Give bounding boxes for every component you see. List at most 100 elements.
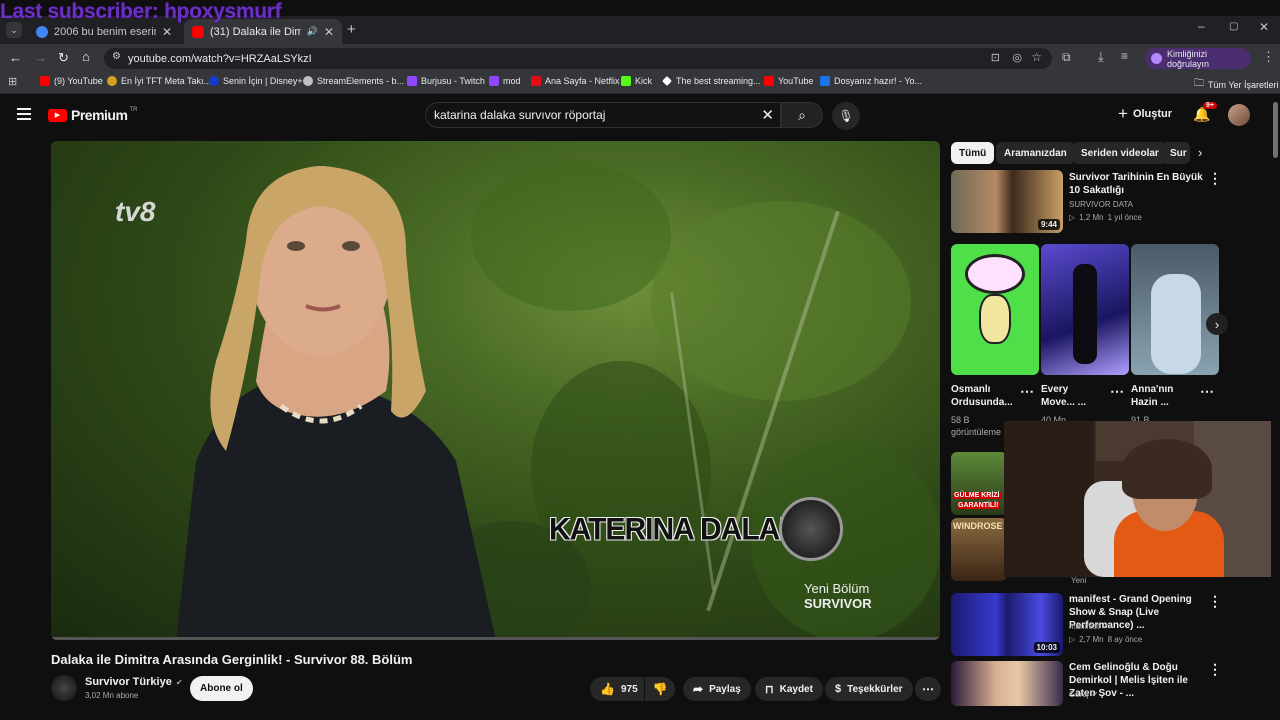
bookmark-label: (9) YouTube <box>54 76 103 86</box>
profile-verify-button[interactable]: Kimliğinizi doğrulayın <box>1145 48 1251 69</box>
bookmark-kick[interactable]: Kick <box>621 76 652 86</box>
search-value: katarina dalaka survıvor röportaj <box>434 108 606 122</box>
bookmark-label: Dosyanız hazır! - Yo... <box>834 76 923 86</box>
new-tab-button[interactable]: + <box>347 21 356 38</box>
more-dots-icon[interactable]: ⋯ <box>1020 383 1034 400</box>
rec-channel-row[interactable]: Garaj ✔ <box>1069 688 1098 701</box>
dislike-button[interactable]: 👎 <box>645 677 675 701</box>
rec-channel-row[interactable]: manifest ✔ <box>1069 620 1109 633</box>
rec-thumbnail[interactable]: 10:03 <box>951 593 1063 656</box>
channel-name-row[interactable]: Survivor Türkiye ✔ <box>85 676 183 688</box>
close-icon[interactable]: ✕ <box>324 25 334 39</box>
site-info-icon[interactable]: ⚙ <box>112 51 121 62</box>
short-thumbnail[interactable] <box>1041 244 1129 375</box>
tab-search-button[interactable]: ⌄ <box>6 22 22 38</box>
rec-channel[interactable]: SURVIVOR DATA <box>1069 198 1133 211</box>
more-dots-icon[interactable]: ⋮ <box>1208 593 1222 610</box>
install-app-icon[interactable]: ⊡ <box>991 51 1000 64</box>
search-input[interactable]: katarina dalaka survıvor röportaj ✕ <box>425 102 781 128</box>
apps-grid-icon[interactable]: ⊞ <box>8 75 17 88</box>
all-bookmarks-folder[interactable]: 🗀 Tüm Yer İşaretleri <box>1194 76 1279 93</box>
chip-survivor[interactable]: Sur <box>1162 142 1190 164</box>
short-title[interactable]: Every Move... ... <box>1041 383 1103 409</box>
download-icon[interactable]: ⤓ <box>1098 49 1104 65</box>
like-button[interactable]: 👍 975 <box>590 677 644 701</box>
voice-search-button[interactable]: 🎙 <box>832 102 860 130</box>
speaker-icon[interactable]: 🔊 <box>307 26 318 37</box>
close-icon[interactable]: ✕ <box>162 25 172 39</box>
extensions-icon[interactable]: ⧉ <box>1062 50 1071 65</box>
profile-avatar-icon <box>1151 53 1162 64</box>
hamburger-menu-icon[interactable] <box>17 108 31 120</box>
thumbs-up-icon: 👍 <box>600 682 615 696</box>
reload-icon[interactable]: ↻ <box>58 50 69 66</box>
tv8-logo: tv8 <box>115 196 156 227</box>
maximize-button[interactable]: ▢ <box>1229 21 1238 32</box>
bookmark-disney[interactable]: Senin İçin | Disney+ <box>209 76 303 86</box>
avatar[interactable] <box>1228 104 1250 126</box>
shorts-next-icon[interactable]: › <box>1206 313 1228 335</box>
rec-thumbnail[interactable]: GÜLME KRİZİ GARANTİLİ! <box>951 452 1007 515</box>
short-thumbnail[interactable] <box>1131 244 1219 375</box>
media-control-icon[interactable]: ≡ <box>1121 49 1128 63</box>
eye-off-icon[interactable]: ◎ <box>1012 51 1022 64</box>
duration-badge: 9:44 <box>1037 219 1060 230</box>
forward-icon[interactable]: → <box>34 50 47 65</box>
chip-series[interactable]: Seriden videolar <box>1073 142 1167 164</box>
bookmark-youtube[interactable]: YouTube <box>764 76 813 86</box>
thanks-button[interactable]: $ Teşekkürler <box>825 677 913 701</box>
google-favicon-icon <box>36 25 48 38</box>
short-thumbnail[interactable] <box>951 244 1039 375</box>
rec-thumbnail[interactable]: 9:44 <box>951 170 1063 233</box>
chip-label: Sur <box>1170 147 1187 159</box>
more-dots-icon[interactable]: ⋯ <box>1200 383 1214 400</box>
rec-title[interactable]: Survivor Tarihinin En Büyük 10 Sakatlığı <box>1069 171 1204 197</box>
create-button[interactable]: + Oluştur <box>1118 104 1172 124</box>
channel-avatar[interactable] <box>51 675 77 701</box>
bookmark-youtube-9[interactable]: (9) YouTube <box>40 76 103 86</box>
short-title[interactable]: Osmanlı Ordusunda... <box>951 383 1013 409</box>
bookmark-tft[interactable]: En İyi TFT Meta Takı... <box>107 76 211 86</box>
more-dots-icon[interactable]: ⋮ <box>1208 661 1222 678</box>
video-player[interactable]: tv8 KATERINA DALAKA Yeni Bölüm SURVIVOR <box>51 141 940 640</box>
more-dots-icon[interactable]: ⋯ <box>1110 383 1124 400</box>
save-button[interactable]: ⊓ Kaydet <box>755 677 823 701</box>
netflix-icon <box>531 76 541 86</box>
bookmark-streaming[interactable]: The best streaming... <box>662 76 761 86</box>
page-scrollbar[interactable] <box>1271 96 1280 706</box>
region-label: TR <box>129 107 138 113</box>
rec-thumbnail[interactable]: WINDROSE <box>951 518 1007 581</box>
bookmark-twitch[interactable]: Burjusu - Twitch <box>407 76 485 86</box>
menu-dots-icon[interactable]: ⋮ <box>1262 49 1275 65</box>
back-icon[interactable]: ← <box>9 50 22 65</box>
chip-from-search[interactable]: Aramanızdan <box>996 142 1075 164</box>
like-count: 975 <box>620 683 638 695</box>
survivor-emblem <box>779 497 843 561</box>
chip-label: Aramanızdan <box>1004 147 1067 159</box>
more-dots-icon[interactable]: ⋮ <box>1208 170 1222 187</box>
search-button[interactable]: ⌕ <box>781 102 823 128</box>
share-button[interactable]: ➦ Paylaş <box>683 677 751 701</box>
bookmark-mod[interactable]: mod <box>489 76 521 86</box>
rec-thumbnail[interactable] <box>951 661 1063 706</box>
bookmark-file-ready[interactable]: Dosyanız hazır! - Yo... <box>820 76 922 86</box>
youtube-premium-logo[interactable]: ▶ Premium TR <box>48 107 137 123</box>
more-actions-button[interactable]: ⋯ <box>915 677 941 701</box>
video-person <box>176 166 496 640</box>
chip-all[interactable]: Tümü <box>951 142 995 164</box>
bookmark-netflix[interactable]: Ana Sayfa - Netflix <box>531 76 620 86</box>
folder-icon: 🗀 <box>1194 78 1204 89</box>
clear-search-icon[interactable]: ✕ <box>761 106 774 124</box>
address-bar[interactable]: ⚙ youtube.com/watch?v=HRZAaLSYkzI ⊡ ◎ ☆ <box>104 48 1052 69</box>
streamer-webcam-overlay <box>1004 421 1280 577</box>
video-progress-bar[interactable] <box>51 637 940 640</box>
window-close-button[interactable]: ✕ <box>1259 20 1269 34</box>
minimize-button[interactable]: – <box>1198 19 1205 33</box>
bookmark-star-icon[interactable]: ☆ <box>1031 50 1042 64</box>
home-icon[interactable]: ⌂ <box>82 49 90 64</box>
chips-next-icon[interactable]: › <box>1198 145 1202 160</box>
notifications-button[interactable]: 🔔 9+ <box>1193 102 1217 124</box>
bookmark-streamelements[interactable]: StreamElements - b... <box>303 76 404 86</box>
subscribe-button[interactable]: Abone ol <box>190 676 253 701</box>
short-title[interactable]: Anna'nın Hazin ... <box>1131 383 1193 409</box>
